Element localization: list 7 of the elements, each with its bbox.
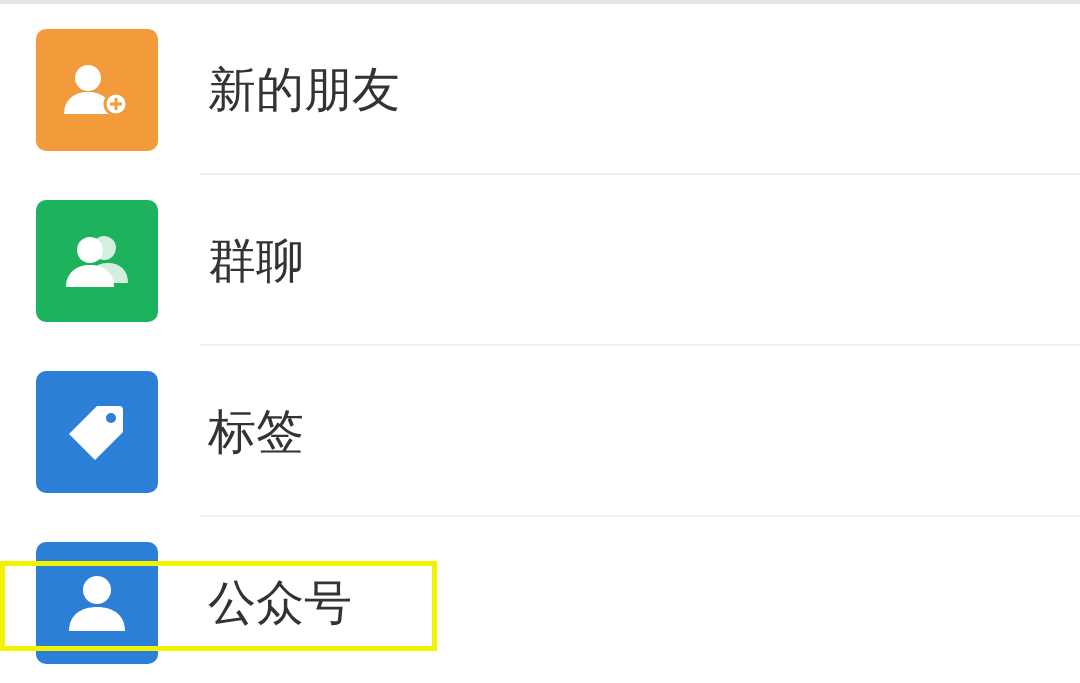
menu-item[interactable]: 标签 <box>0 346 1080 517</box>
item-label: 标签 <box>208 401 304 461</box>
item-label: 公众号 <box>208 572 352 632</box>
menu-item[interactable]: 群聊 <box>0 175 1080 346</box>
item-label: 群聊 <box>208 230 304 290</box>
menu-item[interactable]: 新的朋友 <box>0 4 1080 175</box>
item-label: 新的朋友 <box>208 59 400 119</box>
